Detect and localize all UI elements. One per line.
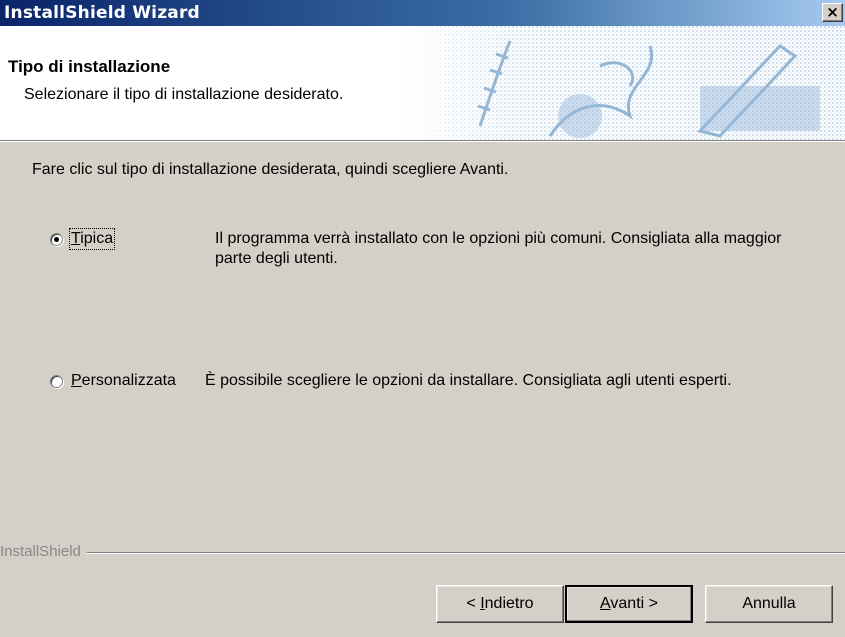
- radio-label-personalizzata[interactable]: Personalizzata: [71, 372, 176, 390]
- window-title: InstallShield Wizard: [4, 3, 200, 23]
- back-button[interactable]: < Indietro: [436, 585, 564, 623]
- option-description-personalizzata: È possibile scegliere le opzioni da inst…: [205, 372, 732, 389]
- btn-rest: ndietro: [484, 595, 534, 612]
- btn-prefix: <: [466, 595, 481, 612]
- page-title: Tipo di installazione: [8, 57, 171, 76]
- option-personalizzata[interactable]: Personalizzata: [50, 372, 176, 390]
- title-bar[interactable]: InstallShield Wizard ×: [0, 0, 845, 26]
- option-description-tipica: Il programma verrà installato con le opz…: [215, 230, 782, 267]
- close-icon: ×: [826, 3, 839, 21]
- btn-label: Annulla: [742, 595, 796, 612]
- page-subtitle: Selezionare il tipo di installazione des…: [24, 86, 344, 103]
- option-tipica[interactable]: Tipica: [50, 228, 116, 250]
- radio-personalizzata[interactable]: [50, 375, 63, 388]
- footer-divider-highlight: [0, 553, 845, 554]
- radio-tipica[interactable]: [50, 233, 63, 246]
- mnemonic: T: [71, 230, 81, 247]
- radio-label-tipica[interactable]: Tipica: [68, 228, 116, 250]
- mnemonic: P: [71, 372, 82, 389]
- label-rest: ipica: [80, 230, 114, 247]
- instruction-text: Fare clic sul tipo di installazione desi…: [32, 161, 509, 178]
- installshield-banner-graphic: [400, 26, 845, 140]
- installshield-brand-label: InstallShield: [0, 543, 87, 560]
- btn-rest: vanti >: [610, 595, 658, 612]
- cancel-button[interactable]: Annulla: [705, 585, 833, 623]
- close-button[interactable]: ×: [822, 3, 843, 22]
- wizard-header: Tipo di installazione Selezionare il tip…: [0, 26, 845, 140]
- header-divider-highlight: [0, 141, 845, 142]
- mnemonic: A: [600, 595, 611, 612]
- next-button[interactable]: Avanti >: [565, 585, 693, 623]
- label-rest: ersonalizzata: [81, 372, 176, 389]
